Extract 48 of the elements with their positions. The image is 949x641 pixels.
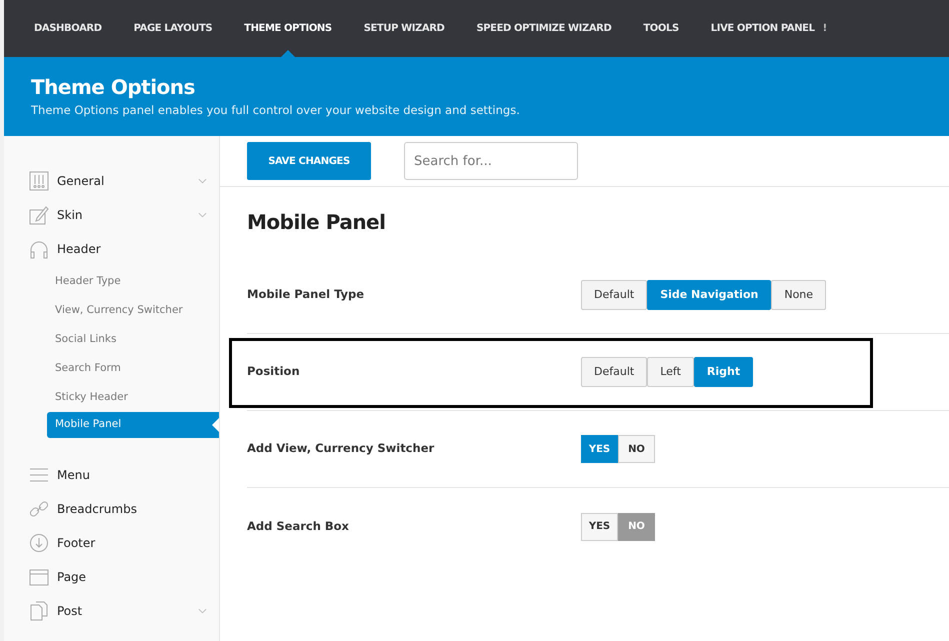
down-arrow-circle-icon (29, 533, 49, 553)
segment-button[interactable]: Default (581, 357, 648, 387)
sidebar-item[interactable]: Menu (4, 458, 219, 492)
nav-tab[interactable]: TOOLS (643, 0, 679, 57)
sidebar-subitem[interactable]: Mobile Panel (47, 412, 219, 438)
segment-button[interactable]: Default (581, 280, 648, 310)
nav-tab[interactable]: DASHBOARD (34, 0, 102, 57)
chevron-down-icon (198, 212, 207, 218)
option-label: Position (247, 363, 301, 380)
option-label: Add Search Box (247, 518, 350, 535)
pencil-icon (29, 205, 49, 225)
window-icon (29, 567, 49, 587)
sidebar-subitem[interactable]: Sticky Header (47, 385, 219, 411)
option-label: Add View, Currency Switcher (247, 440, 436, 458)
segment-button[interactable]: Left (647, 357, 694, 387)
chevron-down-icon (198, 608, 207, 614)
sidebar-subitem[interactable]: View, Currency Switcher (47, 298, 219, 324)
chain-link-icon (29, 499, 49, 519)
sidebar-item[interactable]: Page (4, 560, 219, 594)
option-label: Mobile Panel Type (247, 286, 366, 304)
sidebar-item[interactable]: General (4, 164, 219, 198)
segment-button[interactable]: Side Navigation (647, 280, 772, 310)
sidebar-item[interactable]: Footer (4, 526, 219, 560)
sidebar-subitem[interactable]: Header Type (47, 269, 219, 295)
page-subtitle: Theme Options panel enables you full control over your website design and settings. (31, 102, 520, 119)
page-title: Theme Options (31, 74, 195, 101)
segment-button[interactable]: None (771, 280, 826, 310)
nav-tab[interactable]: PAGE LAYOUTS (134, 0, 212, 57)
search-field[interactable]: Search for... (404, 142, 578, 180)
documents-icon (29, 601, 49, 621)
toggle-button[interactable]: YES (581, 435, 618, 463)
nav-tab[interactable]: LIVE OPTION PANEL ! (710, 0, 827, 57)
sliders-icon (29, 171, 49, 191)
sidebar-item[interactable]: Post (4, 594, 219, 628)
nav-tab[interactable]: SETUP WIZARD (364, 0, 444, 57)
toggle-button[interactable]: NO (618, 435, 655, 463)
headphones-icon (29, 239, 49, 259)
nav-tab[interactable]: SPEED OPTIMIZE WIZARD (476, 0, 612, 57)
segment-button[interactable]: Right (694, 357, 754, 387)
sidebar-subitem[interactable]: Social Links (47, 327, 219, 353)
sidebar-item[interactable]: Breadcrumbs (4, 492, 219, 526)
sidebar-subitem[interactable]: Search Form (47, 356, 219, 382)
chevron-down-icon (198, 178, 207, 184)
section-title: Mobile Panel (247, 209, 386, 236)
sidebar-item[interactable]: Header (4, 232, 219, 266)
toggle-button[interactable]: YES (581, 512, 618, 540)
sidebar-item[interactable]: Skin (4, 198, 219, 232)
save-button[interactable]: SAVE CHANGES (247, 142, 371, 180)
